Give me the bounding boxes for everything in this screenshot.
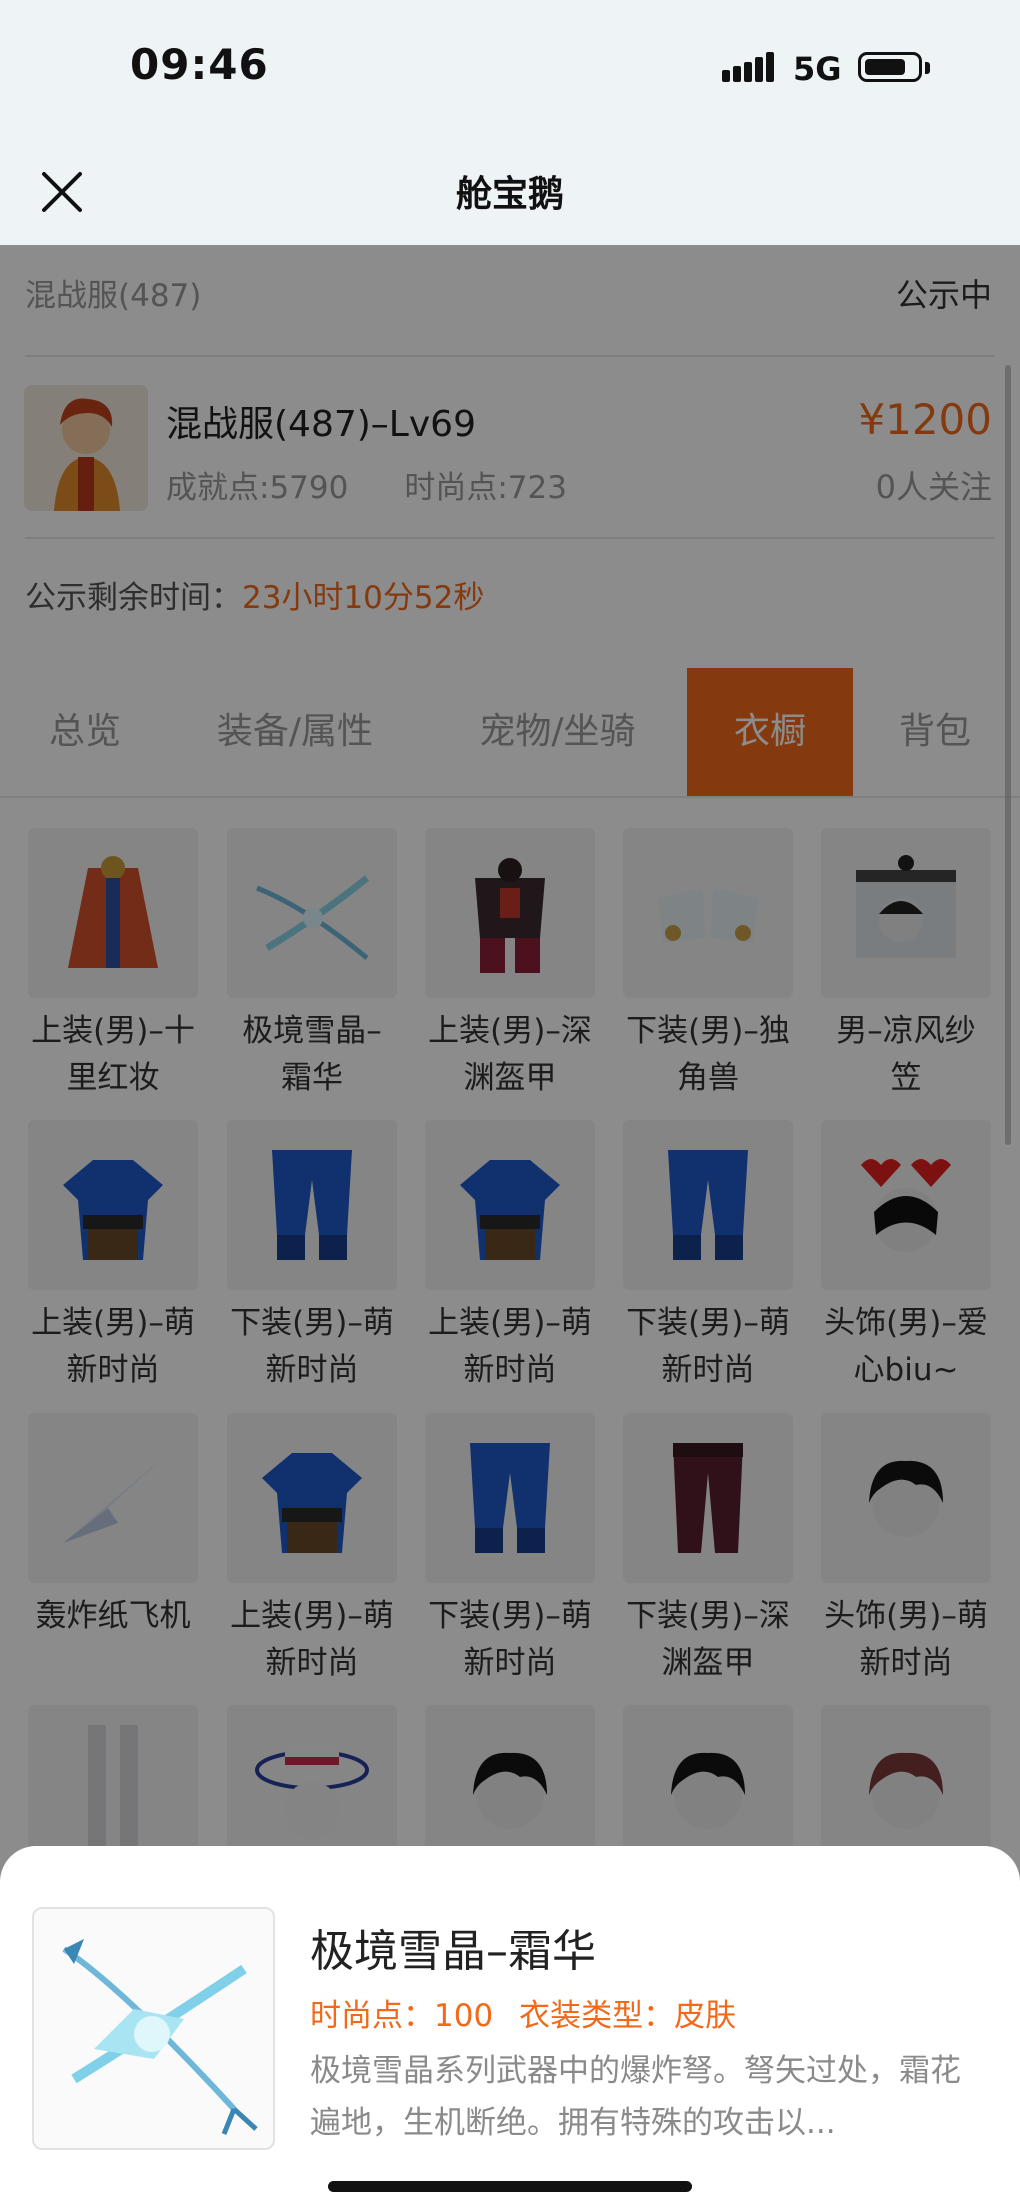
network-label: 5G	[793, 50, 842, 88]
item-title: 极境雪晶–霜华	[310, 1926, 596, 1977]
battery-icon	[858, 52, 922, 82]
fashion-value: 100	[434, 1998, 494, 2034]
scrollbar[interactable]	[1005, 365, 1011, 1145]
home-indicator[interactable]	[328, 2181, 692, 2192]
crossbow-icon	[62, 1939, 258, 2135]
type-label: 衣装类型：	[519, 1998, 675, 2034]
item-meta: 时尚点：100 衣装类型：皮肤	[310, 1990, 736, 2035]
item-image	[32, 1907, 275, 2150]
page-title: 舱宝鹅	[455, 174, 564, 215]
type-value: 皮肤	[674, 1998, 737, 2034]
item-description: 极境雪晶系列武器中的爆炸弩。弩矢过处，霜花遍地，生机断绝。拥有特殊的攻击以...	[310, 2053, 961, 2141]
fashion-label: 时尚点：	[310, 1998, 434, 2034]
signal-icon	[722, 52, 777, 82]
battery-tip	[925, 62, 930, 74]
status-time: 09:46	[130, 40, 269, 89]
